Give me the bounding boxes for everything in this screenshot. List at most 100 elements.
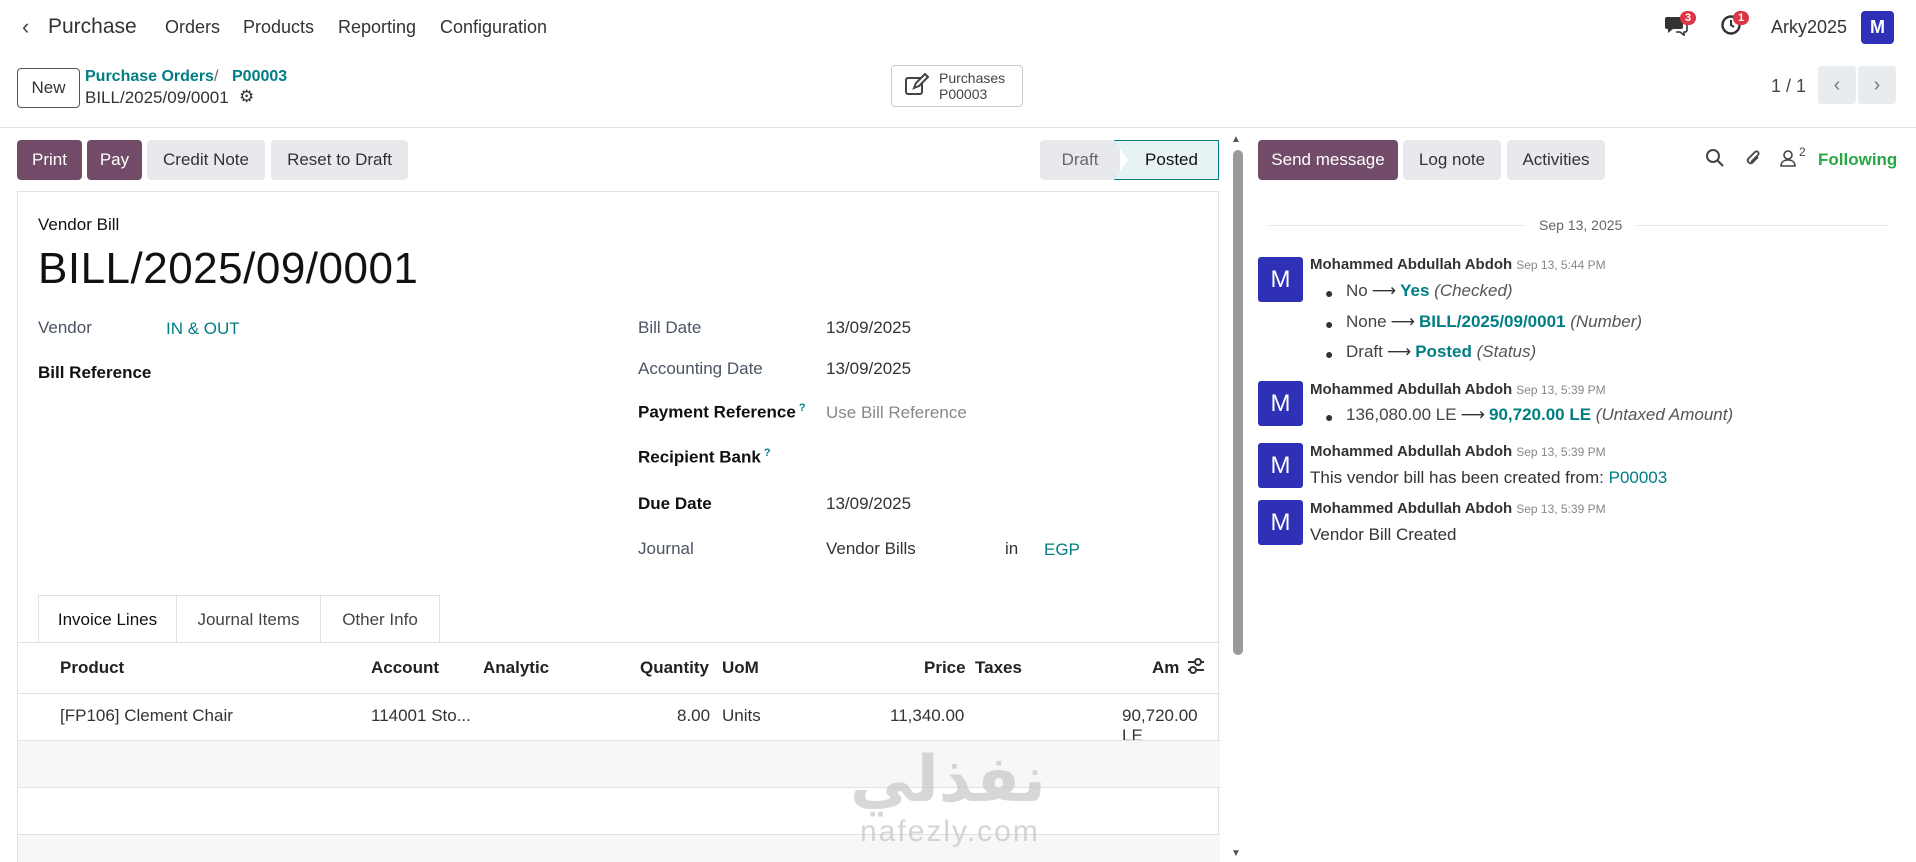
message-avatar[interactable]: M [1258,500,1303,545]
row-quantity[interactable]: 8.00 [677,706,710,726]
status-posted[interactable]: Posted [1114,140,1219,180]
optional-columns-toggle-icon[interactable] [1186,656,1206,681]
column-taxes[interactable]: Taxes [975,658,1022,678]
message-author: Mohammed Abdullah Abdoh Sep 13, 5:44 PM [1310,256,1606,273]
row-price[interactable]: 11,340.00 [890,706,964,726]
vendor-label: Vendor [38,318,92,337]
activities-button[interactable]: Activities [1507,140,1605,180]
vendor-field[interactable]: IN & OUT [166,319,240,339]
help-tooltip-icon[interactable]: ? [799,402,806,414]
tabs-divider [18,642,1220,643]
row-product[interactable]: [FP106] Clement Chair [60,706,233,726]
smart-button-title: Purchases [939,70,1006,86]
status-bar: Draft Posted [1040,140,1219,180]
row-uom[interactable]: Units [722,706,761,726]
date-separator: Sep 13, 2025 [1525,217,1637,233]
message-body: Vendor Bill Created [1310,525,1457,544]
log-note-button[interactable]: Log note [1403,140,1501,180]
pager-previous-button[interactable]: ‹ [1818,66,1856,104]
message-avatar[interactable]: M [1258,381,1303,426]
bill-date-label: Bill Date [638,318,702,337]
pager-next-button[interactable]: › [1858,66,1896,104]
row-account[interactable]: 114001 Sto... [371,706,471,726]
arrow-right-icon: ⟶ [1460,405,1485,424]
pay-button[interactable]: Pay [87,140,142,180]
user-avatar[interactable]: M [1861,11,1894,44]
bullet-icon: ● [1325,409,1334,425]
document-type-label: Vendor Bill [38,215,120,234]
recipient-bank-label: Recipient Bank? [638,447,771,467]
column-quantity[interactable]: Quantity [640,658,709,678]
app-name[interactable]: Purchase [48,15,137,39]
column-uom[interactable]: UoM [722,658,759,678]
message-date: Sep 13, 5:39 PM [1516,383,1606,397]
watermark-latin: nafezly.com [860,815,1040,848]
journal-field[interactable]: Vendor Bills [826,539,916,559]
due-date-field[interactable]: 13/09/2025 [826,494,911,514]
watermark-arabic: نفذلي [850,743,1046,815]
pager-value[interactable]: 1 / 1 [1771,76,1806,97]
smart-button-value: P00003 [939,86,988,102]
message-record-link[interactable]: P00003 [1609,468,1668,487]
accounting-date-label: Accounting Date [638,359,763,378]
currency-field[interactable]: EGP [1044,540,1080,560]
form-scrollbar[interactable] [1233,150,1243,655]
status-draft[interactable]: Draft [1040,140,1120,180]
message-date: Sep 13, 5:39 PM [1516,502,1606,516]
menu-products[interactable]: Products [243,17,314,38]
tab-invoice-lines[interactable]: Invoice Lines [38,595,177,643]
message-author: Mohammed Abdullah Abdoh Sep 13, 5:39 PM [1310,500,1606,517]
paperclip-icon[interactable] [1743,148,1763,176]
menu-configuration[interactable]: Configuration [440,17,547,38]
message-avatar[interactable]: M [1258,443,1303,488]
followers-count: 2 [1799,145,1806,159]
bill-date-field[interactable]: 13/09/2025 [826,318,911,338]
menu-reporting[interactable]: Reporting [338,17,416,38]
scroll-up-icon[interactable]: ▲ [1231,134,1241,145]
message-date: Sep 13, 5:39 PM [1516,445,1606,459]
tab-journal-items[interactable]: Journal Items [176,595,321,643]
payment-reference-label: Payment Reference? [638,402,806,422]
breadcrumb-purchase-orders[interactable]: Purchase Orders [85,68,214,86]
credit-note-button[interactable]: Credit Note [147,140,265,180]
bullet-icon: ● [1325,346,1334,362]
accounting-date-field[interactable]: 13/09/2025 [826,359,911,379]
message-avatar[interactable]: M [1258,257,1303,302]
arrow-right-icon: ⟶ [1371,281,1397,300]
print-button[interactable]: Print [17,140,82,180]
followers-icon[interactable] [1778,148,1798,174]
bill-reference-label: Bill Reference [38,363,152,382]
bill-title: BILL/2025/09/0001 [38,244,419,293]
back-chevron-icon[interactable]: ‹ [22,14,29,40]
new-button[interactable]: New [17,68,80,108]
menu-orders[interactable]: Orders [165,17,220,38]
tab-other-info[interactable]: Other Info [320,595,440,643]
purchases-smart-button[interactable]: Purchases P00003 [891,65,1023,107]
help-tooltip-icon[interactable]: ? [764,447,771,459]
following-toggle[interactable]: Following [1818,150,1897,170]
control-panel: New Purchase Orders / P00003 BILL/2025/0… [0,56,1916,128]
tracking-value: Draft ⟶ Posted (Status) [1346,342,1537,361]
edit-document-icon [904,72,930,103]
send-message-button[interactable]: Send message [1258,140,1398,180]
column-price[interactable]: Price [924,658,966,678]
chevron-right-icon: › [1873,73,1881,96]
breadcrumb-separator: / [214,68,219,85]
gear-icon[interactable]: ⚙ [239,87,254,107]
column-account[interactable]: Account [371,658,439,678]
message-author: Mohammed Abdullah Abdoh Sep 13, 5:39 PM [1310,381,1606,398]
message-body: This vendor bill has been created from: … [1310,468,1668,487]
column-amount[interactable]: Am [1152,658,1179,678]
arrow-right-icon: ⟶ [1390,312,1416,331]
tracking-value: None ⟶ BILL/2025/09/0001 (Number) [1346,312,1643,331]
user-name[interactable]: Arky2025 [1771,17,1847,38]
reset-to-draft-button[interactable]: Reset to Draft [271,140,408,180]
search-icon[interactable] [1705,148,1725,174]
column-analytic[interactable]: Analytic [483,658,549,678]
breadcrumb-p00003[interactable]: P00003 [232,68,287,86]
due-date-label: Due Date [638,494,712,513]
scroll-down-icon[interactable]: ▼ [1231,848,1241,859]
column-product[interactable]: Product [60,658,124,678]
payment-reference-input[interactable]: Use Bill Reference [826,403,967,423]
message-date: Sep 13, 5:44 PM [1516,258,1606,272]
